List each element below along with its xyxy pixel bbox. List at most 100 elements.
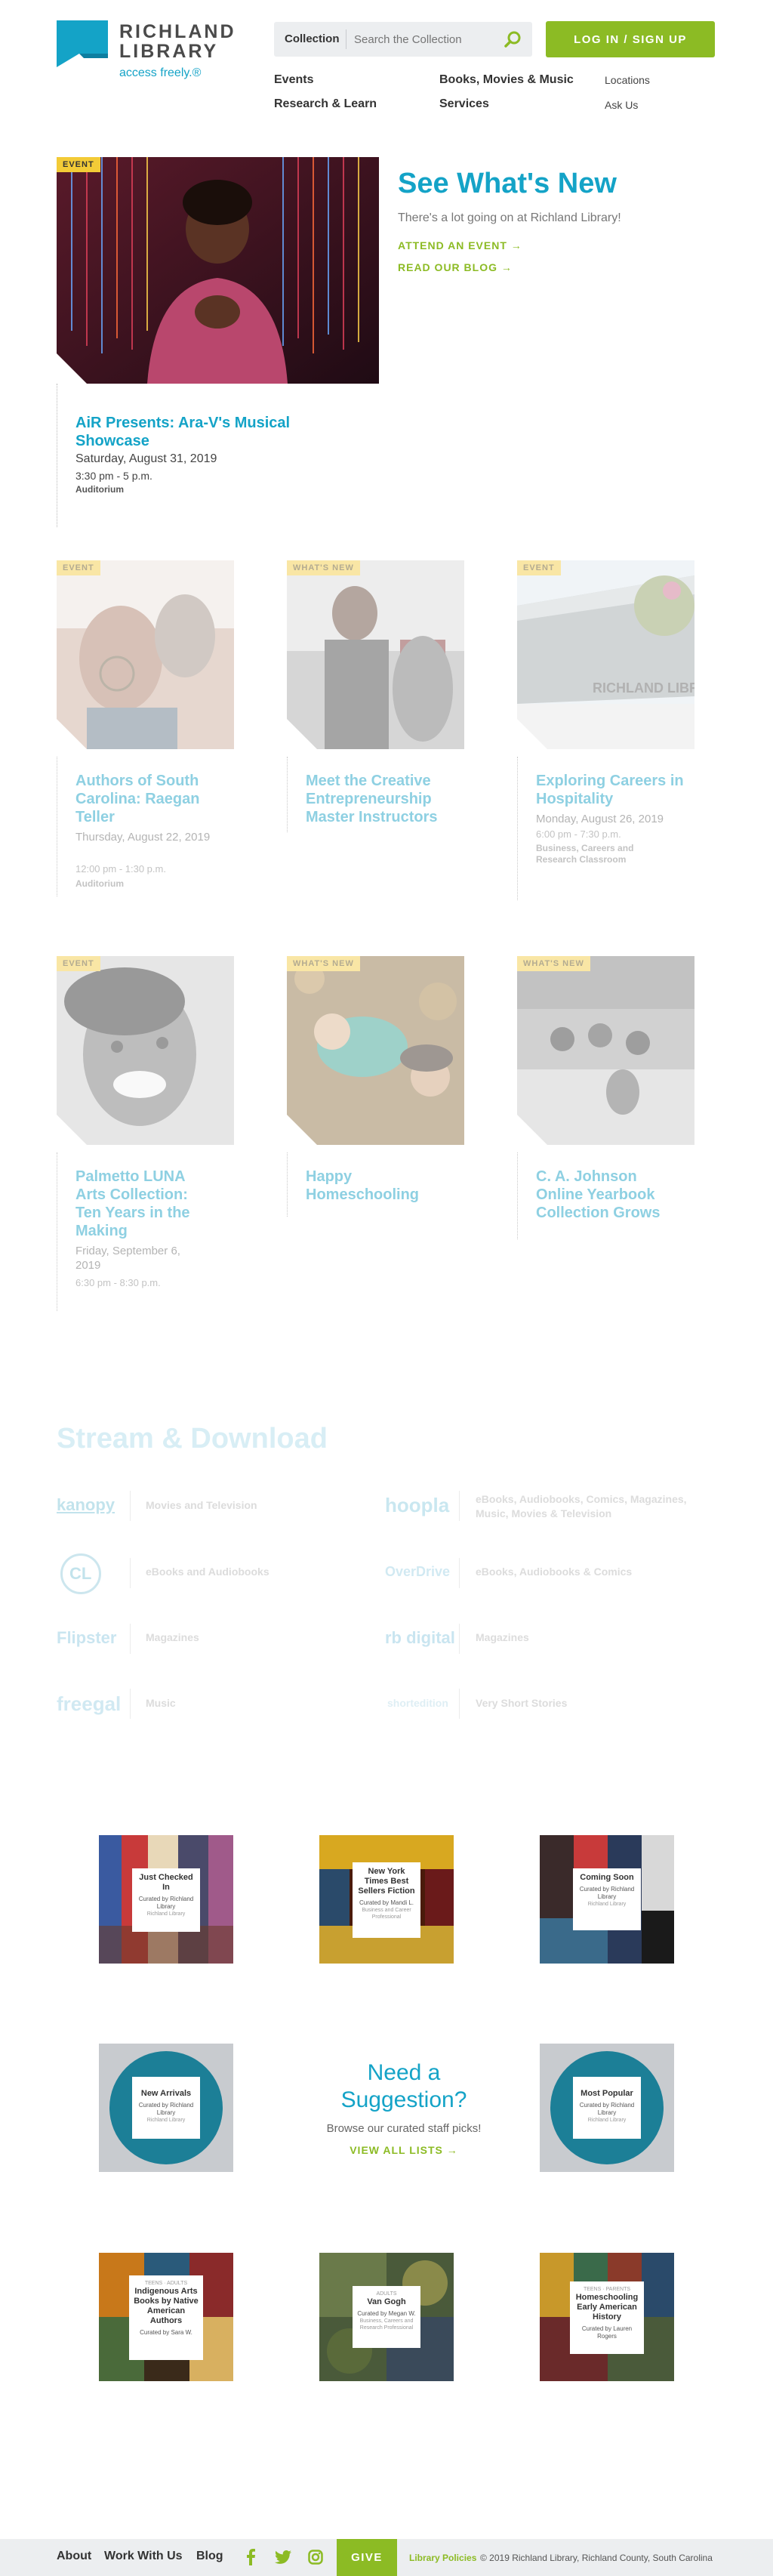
- nav-locations[interactable]: Locations: [605, 74, 650, 86]
- hoopla-logo[interactable]: hoopla: [385, 1494, 449, 1517]
- list-card: New Arrivals Curated by Richland Library…: [132, 2077, 200, 2139]
- list-new-arrivals[interactable]: New Arrivals Curated by Richland Library…: [99, 2044, 233, 2172]
- featured-title[interactable]: AiR Presents: Ara-V's Musical Showcase: [75, 414, 302, 450]
- search-input[interactable]: [354, 28, 497, 51]
- card-divider: [287, 1152, 288, 1217]
- card-date: Friday, September 6, 2019: [75, 1245, 180, 1272]
- list-indigenous-arts[interactable]: TEENS · ADULTS Indigenous Arts Books by …: [99, 2253, 233, 2381]
- list-card: Coming Soon Curated by Richland Library …: [573, 1868, 641, 1930]
- list-van-gogh[interactable]: ADULTS Van Gogh Curated by Megan W. Busi…: [319, 2253, 454, 2381]
- stream-divider: [130, 1491, 131, 1521]
- stream-divider: [130, 1689, 131, 1719]
- footer-work-with-us-link[interactable]: Work With Us: [104, 2550, 183, 2563]
- nav-research-learn[interactable]: Research & Learn: [274, 97, 377, 111]
- list-curator: Curated by Mandi L.: [359, 1899, 414, 1906]
- list-just-checked-in[interactable]: Just Checked In Curated by Richland Libr…: [99, 1835, 233, 1964]
- flipster-logo[interactable]: Flipster: [57, 1628, 116, 1648]
- card-location: Auditorium: [75, 878, 124, 889]
- card-location: Business, Careers and Research Classroom: [536, 843, 634, 865]
- list-card: TEENS · PARENTS Homeschooling Early Amer…: [570, 2281, 644, 2354]
- featured-event-image[interactable]: EVENT: [57, 157, 379, 384]
- view-all-lists-link[interactable]: VIEW ALL LISTS →: [287, 2144, 521, 2156]
- list-curator-role: Business, Careers and Research Professio…: [359, 2318, 414, 2331]
- list-most-popular[interactable]: Most Popular Curated by Richland Library…: [540, 2044, 674, 2172]
- list-title: New Arrivals: [140, 2089, 192, 2098]
- give-button[interactable]: GIVE: [337, 2539, 397, 2576]
- search-icon[interactable]: [504, 29, 523, 53]
- rbdigital-desc: Magazines: [476, 1631, 529, 1643]
- nav-ask-us[interactable]: Ask Us: [605, 99, 638, 111]
- list-card: Most Popular Curated by Richland Library…: [573, 2077, 641, 2139]
- list-curator-role: Richland Library: [587, 2118, 627, 2123]
- list-title: Most Popular: [581, 2089, 633, 2098]
- kanopy-desc: Movies and Television: [146, 1499, 257, 1511]
- footer-blog-link[interactable]: Blog: [196, 2550, 223, 2563]
- card-title[interactable]: Happy Homeschooling: [306, 1168, 419, 1204]
- card-tag: WHAT'S NEW: [517, 956, 590, 971]
- card-title[interactable]: Authors of South Carolina: Raegan Teller: [75, 772, 226, 826]
- hoopla-desc: eBooks, Audiobooks, Comics, Magazines, M…: [476, 1493, 687, 1519]
- shortedition-logo[interactable]: shortedition: [387, 1697, 448, 1709]
- featured-time: 3:30 pm - 5 p.m.: [75, 470, 152, 482]
- list-curator: Curated by Sara W.: [140, 2329, 192, 2336]
- card-date: Monday, August 26, 2019: [536, 813, 664, 825]
- instagram-icon[interactable]: [308, 2550, 323, 2568]
- card-tag: WHAT'S NEW: [287, 956, 360, 971]
- read-blog-link[interactable]: READ OUR BLOG →: [398, 261, 513, 273]
- freegal-desc: Music: [146, 1697, 176, 1709]
- cl-logo[interactable]: CL: [69, 1564, 91, 1584]
- card-time: 6:30 pm - 8:30 p.m.: [75, 1277, 161, 1288]
- nav-books-movies-music[interactable]: Books, Movies & Music: [439, 73, 574, 87]
- rbdigital-logo[interactable]: rb digital: [385, 1628, 455, 1648]
- list-curator: Curated by Richland Library: [579, 1886, 635, 1900]
- card-time: 6:00 pm - 7:30 p.m.: [536, 828, 621, 840]
- list-nyt-best-sellers[interactable]: New York Times Best Sellers Fiction Cura…: [319, 1835, 454, 1964]
- list-curator: Curated by Richland Library: [138, 2102, 194, 2116]
- list-curator-role: Richland Library: [146, 2118, 186, 2123]
- card-title[interactable]: Meet the Creative Entrepreneurship Maste…: [306, 772, 457, 826]
- card-title[interactable]: C. A. Johnson Online Yearbook Collection…: [536, 1168, 679, 1222]
- logo-mark[interactable]: [57, 20, 108, 67]
- attend-event-link[interactable]: ATTEND AN EVENT →: [398, 239, 522, 251]
- search-scope-select[interactable]: Collection: [285, 32, 340, 45]
- freegal-logo[interactable]: freegal: [57, 1692, 121, 1716]
- kanopy-logo[interactable]: kanopy: [57, 1495, 115, 1515]
- nav-events[interactable]: Events: [274, 73, 313, 87]
- facebook-icon[interactable]: [245, 2549, 256, 2569]
- list-audience: ADULTS: [376, 2291, 397, 2297]
- list-title: Indigenous Arts Books by Native American…: [134, 2287, 199, 2325]
- overdrive-desc: eBooks, Audiobooks & Comics: [476, 1566, 633, 1578]
- search-bar: Collection: [274, 22, 532, 57]
- nav-services[interactable]: Services: [439, 97, 489, 111]
- shortedition-desc: Very Short Stories: [476, 1697, 568, 1709]
- list-coming-soon[interactable]: Coming Soon Curated by Richland Library …: [540, 1835, 674, 1964]
- list-card: ADULTS Van Gogh Curated by Megan W. Busi…: [353, 2286, 420, 2348]
- footer-about-link[interactable]: About: [57, 2550, 91, 2563]
- list-title: Homeschooling Early American History: [575, 2293, 639, 2321]
- stream-divider: [459, 1491, 460, 1521]
- list-homeschooling-history[interactable]: TEENS · PARENTS Homeschooling Early Amer…: [540, 2253, 674, 2381]
- list-curator: Curated by Richland Library: [579, 2102, 635, 2116]
- login-signup-button[interactable]: LOG IN / SIGN UP: [546, 21, 715, 57]
- twitter-icon[interactable]: [275, 2550, 291, 2568]
- flipster-desc: Magazines: [146, 1631, 199, 1643]
- card-title[interactable]: Palmetto LUNA Arts Collection: Ten Years…: [75, 1168, 204, 1240]
- overdrive-logo[interactable]: OverDrive: [385, 1564, 450, 1580]
- list-card: TEENS · ADULTS Indigenous Arts Books by …: [129, 2275, 203, 2360]
- card-divider: [287, 757, 288, 832]
- suggestion-subtitle: Browse our curated staff picks!: [326, 2122, 482, 2135]
- stream-divider: [459, 1558, 460, 1588]
- list-curator: Curated by Megan W.: [357, 2310, 416, 2317]
- stream-divider: [459, 1624, 460, 1654]
- list-title: Van Gogh: [367, 2297, 406, 2306]
- svg-text:RICHLAND LIBRARY: RICHLAND LIBRARY: [593, 680, 694, 696]
- card-time: 12:00 pm - 1:30 p.m.: [75, 863, 166, 875]
- stream-divider: [459, 1689, 460, 1719]
- card-date: Thursday, August 22, 2019: [75, 831, 211, 844]
- card-title[interactable]: Exploring Careers in Hospitality: [536, 772, 687, 808]
- card-tag: WHAT'S NEW: [287, 560, 360, 575]
- footer-policies-link[interactable]: Library Policies: [409, 2553, 476, 2563]
- list-curator: Curated by Lauren Rogers: [581, 2325, 633, 2340]
- featured-location: Auditorium: [75, 484, 124, 495]
- whats-new-subtitle: There's a lot going on at Richland Libra…: [398, 211, 621, 224]
